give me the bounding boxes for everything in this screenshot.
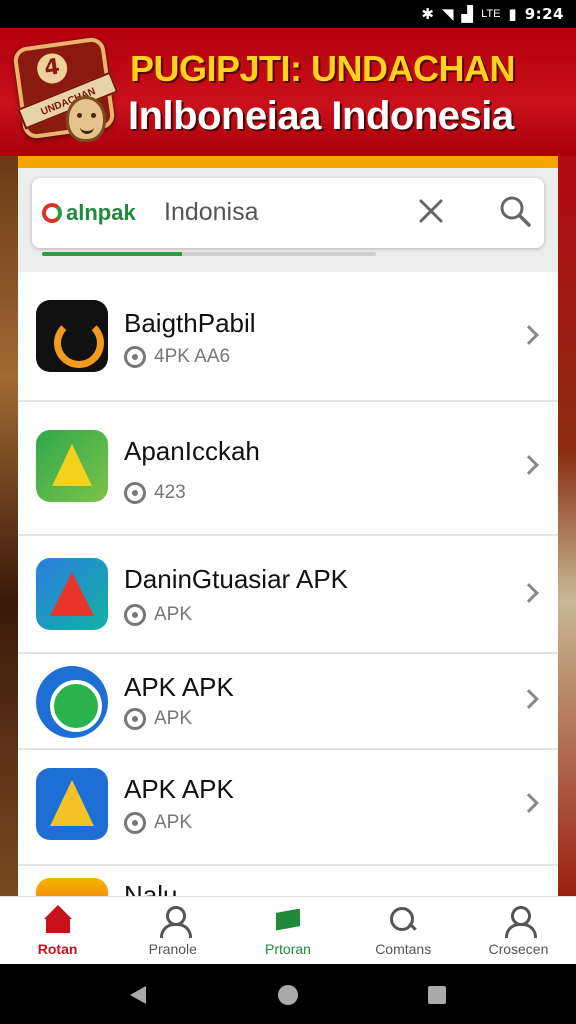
brand-logo-text: alnpak xyxy=(66,200,136,225)
header-subtitle: Inlboneiaa Indonesia xyxy=(128,94,514,138)
back-icon[interactable] xyxy=(130,986,146,1004)
gear-icon xyxy=(124,482,146,504)
network-type: LTE xyxy=(481,8,501,20)
app-name: APK APK xyxy=(124,672,234,702)
app-name: APK APK xyxy=(124,774,234,804)
background-right xyxy=(558,156,576,896)
status-bar: ✱ ◥ ▟ LTE ▮ 9:24 xyxy=(0,0,576,28)
app-name: BaigthPabil xyxy=(124,308,256,338)
nav-account[interactable]: Crosecen xyxy=(461,897,576,964)
bottom-navigation: Rotan Pranole Prtoran Comtans Crosecen xyxy=(0,896,576,964)
wifi-icon: ◥ xyxy=(441,6,454,23)
nav-program[interactable]: Prtoran xyxy=(230,897,345,964)
chevron-right-icon xyxy=(519,583,539,603)
bluetooth-icon: ✱ xyxy=(421,6,434,23)
home-icon xyxy=(43,904,73,935)
gear-icon xyxy=(124,604,146,626)
chevron-right-icon xyxy=(519,689,539,709)
search-input[interactable]: Indonisa xyxy=(164,198,259,227)
clock: 9:24 xyxy=(524,5,564,23)
account-icon xyxy=(503,905,538,938)
app-meta: APK xyxy=(124,708,192,730)
search-box[interactable]: alnpak Indonisa xyxy=(32,178,544,248)
nav-label: Rotan xyxy=(37,940,78,957)
logo-mark-icon xyxy=(42,203,62,223)
nav-home[interactable]: Rotan xyxy=(0,897,115,964)
content-card: alnpak Indonisa BaigthPabil 4PK AA6 Apan… xyxy=(18,156,558,896)
app-meta: 423 xyxy=(124,482,186,504)
list-item[interactable]: Nalu xyxy=(18,866,558,896)
nav-label: Crosecen xyxy=(488,940,549,957)
list-item[interactable]: BaigthPabil 4PK AA6 xyxy=(18,272,558,402)
whatsapp-app-icon xyxy=(36,666,108,738)
app-icon xyxy=(36,878,108,896)
person-icon xyxy=(158,905,192,938)
list-item[interactable]: APK APK APK xyxy=(18,750,558,866)
app-icon xyxy=(36,558,108,630)
app-name: DaninGtuasiar APK xyxy=(124,564,349,594)
list-item[interactable]: DaninGtuasiar APK APK xyxy=(18,536,558,654)
gear-icon xyxy=(124,812,146,834)
app-name: ApanIcckah xyxy=(124,436,260,466)
gear-icon xyxy=(124,346,146,368)
app-meta: 4PK AA6 xyxy=(124,346,230,368)
header-title: PUGIPJTI: UNDACHAN xyxy=(130,48,516,89)
app-meta-text: APK xyxy=(154,812,193,833)
nav-label: Comtans xyxy=(375,940,432,957)
brand-logo: alnpak xyxy=(42,200,136,226)
app-meta-text: APK xyxy=(154,708,193,729)
list-item[interactable]: ApanIcckah 423 xyxy=(18,402,558,536)
system-navigation-bar xyxy=(0,964,576,1024)
nav-search[interactable]: Comtans xyxy=(346,897,461,964)
close-icon[interactable] xyxy=(416,196,446,226)
badge-number: 4 xyxy=(35,51,70,86)
nav-profile[interactable]: Pranole xyxy=(115,897,230,964)
flag-icon xyxy=(273,905,303,935)
app-icon xyxy=(36,768,108,840)
app-meta-text: APK xyxy=(154,604,193,625)
background-left xyxy=(0,156,18,896)
search-icon xyxy=(388,905,418,935)
nav-label: Prtoran xyxy=(265,940,311,957)
app-meta-text: 423 xyxy=(154,482,186,503)
app-icon xyxy=(36,300,108,372)
chevron-right-icon xyxy=(519,455,539,475)
app-meta: APK xyxy=(124,604,192,626)
home-circle-icon[interactable] xyxy=(278,985,298,1005)
app-meta: APK xyxy=(124,812,192,834)
battery-icon: ▮ xyxy=(508,6,517,23)
chevron-right-icon xyxy=(519,793,539,813)
app-meta-text: 4PK AA6 xyxy=(154,346,231,367)
recents-icon[interactable] xyxy=(428,986,446,1004)
mascot-face-icon xyxy=(66,96,106,142)
app-icon xyxy=(36,430,108,502)
list-item[interactable]: APK APK APK xyxy=(18,654,558,750)
app-name: Nalu xyxy=(124,880,178,896)
nav-label: Pranole xyxy=(148,940,197,957)
progress-fill xyxy=(42,252,183,256)
signal-icon: ▟ xyxy=(461,6,474,23)
search-icon[interactable] xyxy=(498,194,532,228)
header-banner: 4 UNDACHAN PUGIPJTI: UNDACHAN Inlboneiaa… xyxy=(0,28,576,156)
search-area: alnpak Indonisa xyxy=(18,168,558,272)
loading-progress-bar xyxy=(42,252,376,256)
gear-icon xyxy=(124,708,146,730)
chevron-right-icon xyxy=(519,325,539,345)
